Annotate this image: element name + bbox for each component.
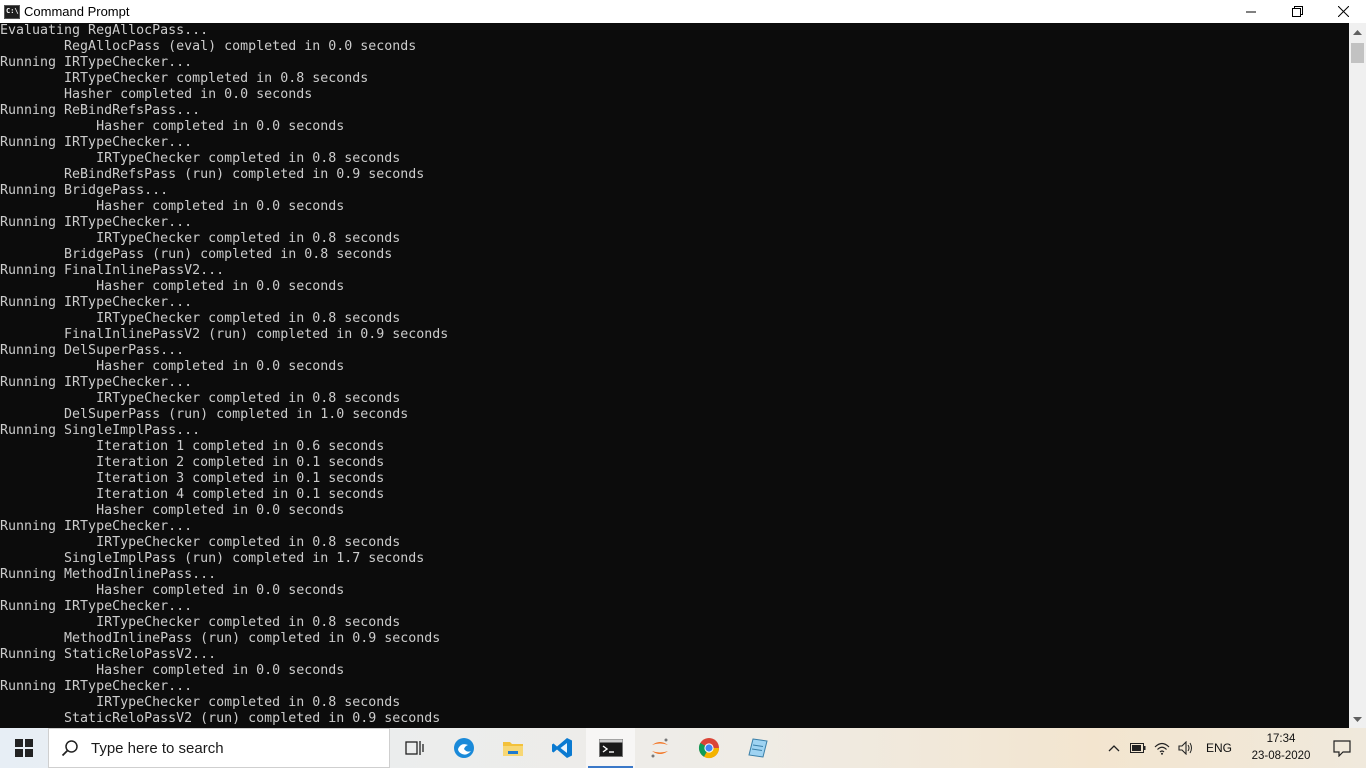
search-input[interactable] — [89, 738, 373, 758]
console-line: Running ReBindRefsPass... — [0, 103, 201, 118]
console-line: Running IRTypeChecker... — [0, 135, 193, 150]
console-line: SingleImplPass (run) completed in 1.7 se… — [0, 551, 425, 566]
console-line: IRTypeChecker completed in 0.8 seconds — [0, 535, 401, 550]
console-line: Hasher completed in 0.0 seconds — [0, 87, 313, 102]
start-button[interactable] — [0, 728, 48, 768]
title-bar: Command Prompt — [0, 0, 1366, 23]
console-line: Iteration 2 completed in 0.1 seconds — [0, 455, 385, 470]
search-icon — [61, 740, 78, 757]
chevron-up-icon — [1353, 29, 1362, 35]
scroll-thumb[interactable] — [1351, 43, 1364, 63]
vscode-app[interactable] — [537, 728, 586, 768]
chevron-up-icon — [1108, 745, 1120, 752]
close-button[interactable] — [1320, 0, 1366, 23]
jupyter-icon — [651, 738, 668, 758]
speaker-icon — [1178, 741, 1192, 755]
restore-icon — [1291, 6, 1303, 17]
console-line: Iteration 3 completed in 0.1 seconds — [0, 471, 385, 486]
windows-logo-icon — [15, 739, 33, 757]
edge-icon — [453, 738, 474, 758]
console-line: Running BridgePass... — [0, 183, 169, 198]
close-icon — [1337, 6, 1349, 17]
console-line: Running IRTypeChecker... — [0, 215, 193, 230]
console-line: IRTypeChecker completed in 0.8 seconds — [0, 695, 401, 710]
folder-icon — [502, 742, 523, 756]
scroll-down-button[interactable] — [1349, 711, 1366, 728]
console-line: BridgePass (run) completed in 0.8 second… — [0, 247, 393, 262]
console-line: IRTypeChecker completed in 0.8 seconds — [0, 71, 369, 86]
console-line: Hasher completed in 0.0 seconds — [0, 503, 345, 518]
console-line: IRTypeChecker completed in 0.8 seconds — [0, 615, 401, 630]
console-line: Hasher completed in 0.0 seconds — [0, 663, 345, 678]
console-line: FinalInlinePassV2 (run) completed in 0.9… — [0, 327, 449, 342]
vscode-icon — [551, 738, 572, 758]
command-prompt-app[interactable] — [586, 728, 635, 768]
console-line: Evaluating RegAllocPass... — [0, 23, 209, 38]
console-line: Running MethodInlinePass... — [0, 567, 217, 582]
task-view-icon — [404, 741, 424, 755]
search-box[interactable] — [48, 728, 390, 768]
console-line: RegAllocPass (eval) completed in 0.0 sec… — [0, 39, 417, 54]
console-line: IRTypeChecker completed in 0.8 seconds — [0, 231, 401, 246]
volume-button[interactable] — [1174, 728, 1198, 768]
chrome-icon — [698, 738, 719, 759]
action-center-button[interactable] — [1318, 728, 1366, 768]
console-line: Hasher completed in 0.0 seconds — [0, 359, 345, 374]
console-line: ReBindRefsPass (run) completed in 0.9 se… — [0, 167, 425, 182]
console-line: Running IRTypeChecker... — [0, 55, 193, 70]
clock[interactable]: 17:34 23-08-2020 — [1244, 731, 1318, 765]
console-line: Running DelSuperPass... — [0, 343, 185, 358]
console-line: IRTypeChecker completed in 0.8 seconds — [0, 391, 401, 406]
chevron-down-icon — [1353, 716, 1362, 722]
console-line: Running FinalInlinePassV2... — [0, 263, 225, 278]
console-line: IRTypeChecker completed in 0.8 seconds — [0, 151, 401, 166]
console-line: Running IRTypeChecker... — [0, 375, 193, 390]
console-line: Running IRTypeChecker... — [0, 519, 193, 534]
notepad-icon — [747, 738, 768, 758]
console-line: Iteration 1 completed in 0.6 seconds — [0, 439, 385, 454]
window-title: Command Prompt — [24, 4, 130, 19]
battery-button[interactable] — [1126, 728, 1150, 768]
show-hidden-icons-button[interactable] — [1102, 728, 1126, 768]
taskbar: ENG 17:34 23-08-2020 — [0, 728, 1366, 768]
clock-date: 23-08-2020 — [1251, 750, 1311, 762]
restore-button[interactable] — [1274, 0, 1320, 23]
notepad-app[interactable] — [733, 728, 782, 768]
console-line: Hasher completed in 0.0 seconds — [0, 119, 345, 134]
task-view-button[interactable] — [390, 728, 439, 768]
console-line: Hasher completed in 0.0 seconds — [0, 199, 345, 214]
notification-icon — [1333, 739, 1351, 757]
console-line: Hasher completed in 0.0 seconds — [0, 583, 345, 598]
console-line: MethodInlinePass (run) completed in 0.9 … — [0, 631, 441, 646]
command-prompt-icon — [4, 4, 20, 19]
jupyter-app[interactable] — [635, 728, 684, 768]
chrome-app[interactable] — [684, 728, 733, 768]
wifi-icon — [1154, 742, 1170, 755]
console-line: StaticReloPassV2 (run) completed in 0.9 … — [0, 711, 441, 726]
network-button[interactable] — [1150, 728, 1174, 768]
scroll-up-button[interactable] — [1349, 23, 1366, 40]
console-line: Iteration 4 completed in 0.1 seconds — [0, 487, 385, 502]
console-line: Running SingleImplPass... — [0, 423, 201, 438]
console-output[interactable]: Evaluating RegAllocPass... RegAllocPass … — [0, 23, 1349, 728]
console-line: Running IRTypeChecker... — [0, 295, 193, 310]
minimize-icon — [1246, 11, 1256, 12]
file-explorer-app[interactable] — [488, 728, 537, 768]
input-language[interactable]: ENG — [1206, 741, 1232, 755]
edge-app[interactable] — [439, 728, 488, 768]
minimize-button[interactable] — [1228, 0, 1274, 23]
console-line: Hasher completed in 0.0 seconds — [0, 279, 345, 294]
system-tray: ENG 17:34 23-08-2020 — [1102, 728, 1366, 768]
window-controls — [1228, 0, 1366, 23]
console-line: DelSuperPass (run) completed in 1.0 seco… — [0, 407, 409, 422]
terminal-icon — [598, 739, 623, 757]
console-line: Running StaticReloPassV2... — [0, 647, 217, 662]
vertical-scrollbar[interactable] — [1349, 23, 1366, 728]
console-line: Running IRTypeChecker... — [0, 679, 193, 694]
console-line: Running IRTypeChecker... — [0, 599, 193, 614]
battery-icon — [1129, 743, 1146, 753]
console-line: IRTypeChecker completed in 0.8 seconds — [0, 311, 401, 326]
clock-time: 17:34 — [1266, 733, 1296, 745]
